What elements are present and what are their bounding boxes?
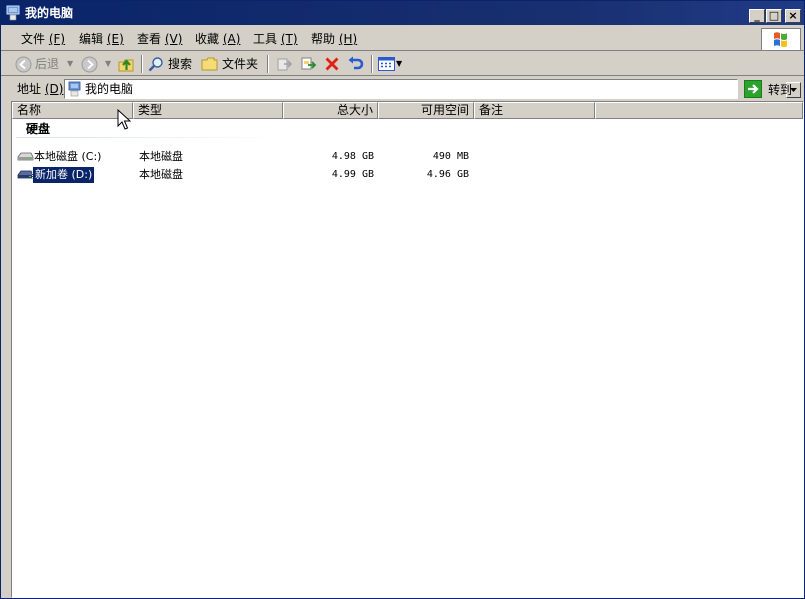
up-folder-icon <box>118 58 134 71</box>
drive-free-space: 490 MB <box>432 151 469 162</box>
up-folder-button[interactable] <box>118 54 135 74</box>
forward-button[interactable]: ▼ <box>81 54 111 74</box>
close-button[interactable]: × <box>785 9 801 23</box>
delete-x-icon <box>325 57 339 71</box>
column-comment[interactable]: 备注 <box>474 102 595 119</box>
go-button[interactable]: 转到 <box>744 80 792 98</box>
mouse-cursor-icon <box>117 109 131 130</box>
drive-free-space: 4.96 GB <box>426 169 469 180</box>
address-input[interactable]: 我的电脑 <box>64 79 801 99</box>
menu-favorites[interactable]: 收藏 (A) <box>195 31 240 47</box>
hard-drive-icon <box>17 152 34 161</box>
copy-to-button[interactable] <box>300 54 317 74</box>
menu-tools[interactable]: 工具 (T) <box>253 31 298 47</box>
views-dropdown-icon: ▼ <box>396 59 403 68</box>
folders-label: 文件夹 <box>222 57 259 71</box>
drive-total-size: 4.99 GB <box>331 169 374 180</box>
my-computer-icon <box>68 81 81 97</box>
search-button[interactable]: 搜索 <box>148 54 192 74</box>
column-free-space[interactable]: 可用空间 <box>378 102 474 119</box>
toolbar-separator <box>267 55 269 73</box>
minimize-button[interactable]: _ <box>749 9 765 23</box>
folders-button[interactable]: 文件夹 <box>201 54 258 74</box>
drive-row-selected[interactable]: 新加卷 (D:) 本地磁盘 4.99 GB 4.96 GB <box>12 166 803 184</box>
back-button[interactable]: 后退 ▼ <box>15 54 73 74</box>
address-bar: 地址 (D) 我的电脑 转到 <box>1 76 804 102</box>
views-button[interactable]: ▼ <box>378 54 402 74</box>
windows-flag-icon <box>774 32 787 47</box>
forward-arrow-icon <box>81 56 98 72</box>
go-arrow-icon <box>744 80 762 98</box>
column-name[interactable]: 名称 <box>12 102 133 119</box>
file-list-view[interactable]: 名称 类型 总大小 可用空间 备注 硬盘 本地磁盘 (C:) 本地磁盘 4.98… <box>11 101 804 598</box>
hard-drive-icon <box>17 170 34 179</box>
windows-logo <box>761 28 801 51</box>
search-icon <box>148 57 163 72</box>
drive-type: 本地磁盘 <box>139 168 183 181</box>
address-value: 我的电脑 <box>85 82 134 96</box>
menu-file[interactable]: 文件 (F) <box>21 31 65 47</box>
undo-icon <box>348 56 364 70</box>
back-dropdown-icon[interactable]: ▼ <box>67 54 73 74</box>
window-title: 我的电脑 <box>25 6 74 20</box>
explorer-window: 我的电脑 _ □ × 文件 (F) 编辑 (E) 查看 (V) 收藏 (A) 工… <box>0 0 805 599</box>
drive-name: 本地磁盘 (C:) <box>34 150 102 163</box>
delete-button[interactable] <box>324 54 340 74</box>
forward-dropdown-icon[interactable]: ▼ <box>105 54 111 74</box>
menu-bar: 文件 (F) 编辑 (E) 查看 (V) 收藏 (A) 工具 (T) 帮助 (H… <box>1 25 804 51</box>
menu-help[interactable]: 帮助 (H) <box>311 31 357 47</box>
toolbar-separator <box>371 55 373 73</box>
folder-icon <box>201 57 218 71</box>
menu-edit[interactable]: 编辑 (E) <box>79 31 124 47</box>
title-bar[interactable]: 我的电脑 _ □ × <box>1 1 804 25</box>
back-label: 后退 <box>35 57 60 71</box>
maximize-button[interactable]: □ <box>766 9 782 23</box>
address-label: 地址 (D) <box>17 82 64 96</box>
column-total-size[interactable]: 总大小 <box>283 102 378 119</box>
drive-row[interactable]: 本地磁盘 (C:) 本地磁盘 4.98 GB 490 MB <box>12 148 803 166</box>
toolbar: 后退 ▼ ▼ 搜索 文件夹 ▼ <box>1 52 804 76</box>
my-computer-icon <box>6 5 20 21</box>
undo-button[interactable] <box>347 54 364 74</box>
drive-name: 新加卷 (D:) <box>31 166 96 184</box>
group-divider <box>16 137 280 138</box>
move-to-button[interactable] <box>276 54 293 74</box>
column-filler <box>595 102 803 119</box>
drive-type: 本地磁盘 <box>139 150 183 163</box>
drive-total-size: 4.98 GB <box>331 151 374 162</box>
copy-to-icon <box>301 57 317 70</box>
column-type[interactable]: 类型 <box>133 102 283 119</box>
views-grid-icon <box>378 57 395 71</box>
toolbar-separator <box>141 55 143 73</box>
menu-view[interactable]: 查看 (V) <box>137 31 182 47</box>
move-to-icon <box>277 58 293 71</box>
back-arrow-icon <box>15 56 32 72</box>
search-label: 搜索 <box>168 57 193 71</box>
go-label: 转到 <box>768 82 793 97</box>
group-hard-disks-label: 硬盘 <box>26 122 51 136</box>
